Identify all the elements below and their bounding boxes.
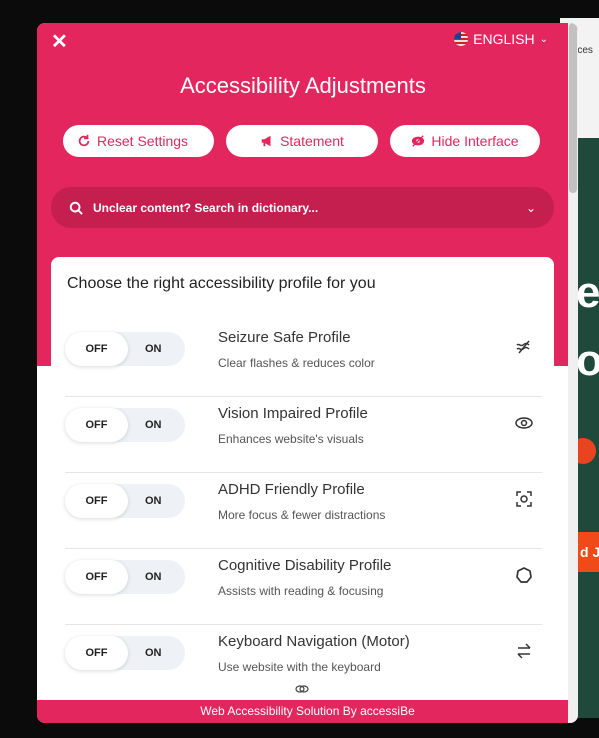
profile-row-cognitive: OFF ON Cognitive Disability Profile Assi… (65, 549, 542, 625)
profiles-card: Choose the right accessibility profile f… (51, 257, 554, 723)
dictionary-search-label: Unclear content? Search in dictionary... (93, 200, 319, 215)
seizure-safe-toggle[interactable]: OFF ON (65, 332, 185, 366)
chevron-down-icon: ⌄ (525, 200, 536, 215)
toggle-on[interactable]: ON (145, 408, 162, 442)
toggle-on[interactable]: ON (145, 332, 162, 366)
widget-footer[interactable]: Web Accessibility Solution By accessiBe (37, 700, 578, 723)
refresh-icon (78, 134, 90, 147)
arrows-icon (512, 639, 536, 663)
search-icon (69, 201, 83, 215)
profile-name: Keyboard Navigation (Motor) (218, 633, 410, 650)
focus-icon (512, 487, 536, 511)
chevron-down-icon: ⌄ (539, 33, 548, 45)
action-buttons: Reset Settings Statement Hide Interface (63, 125, 540, 157)
toggle-on[interactable]: ON (145, 636, 162, 670)
statement-label: Statement (280, 133, 344, 149)
scrollbar[interactable] (568, 23, 578, 723)
reset-settings-button[interactable]: Reset Settings (63, 125, 214, 157)
toggle-off[interactable]: OFF (65, 484, 128, 518)
profile-description: Enhances website's visuals (218, 432, 364, 446)
toggle-off[interactable]: OFF (65, 408, 128, 442)
toggle-off[interactable]: OFF (65, 560, 128, 594)
circle-icon (512, 563, 536, 587)
accessibility-widget: ✕ ENGLISH ⌄ Accessibility Adjustments Re… (37, 23, 578, 723)
megaphone-icon (261, 135, 271, 147)
profile-row-vision-impaired: OFF ON Vision Impaired Profile Enhances … (65, 397, 542, 473)
profile-row-seizure-safe: OFF ON Seizure Safe Profile Clear flashe… (65, 321, 542, 397)
reset-settings-label: Reset Settings (97, 133, 189, 149)
background-heading-2: o (576, 336, 599, 385)
us-flag-icon (454, 32, 469, 46)
close-icon[interactable]: ✕ (51, 29, 68, 54)
profile-description: Clear flashes & reduces color (218, 356, 375, 370)
hide-interface-label: Hide Interface (431, 133, 519, 149)
widget-title: Accessibility Adjustments (180, 73, 426, 98)
language-selector[interactable]: ENGLISH ⌄ (454, 31, 548, 47)
statement-button[interactable]: Statement (226, 125, 378, 157)
background-cta-button[interactable]: d J (576, 532, 599, 572)
eye-icon (512, 411, 536, 435)
profile-name: Cognitive Disability Profile (218, 557, 392, 574)
profile-name: ADHD Friendly Profile (218, 481, 365, 498)
link-icon (295, 685, 309, 693)
profile-name: Seizure Safe Profile (218, 329, 351, 346)
toggle-off[interactable]: OFF (65, 636, 128, 670)
keyboard-toggle[interactable]: OFF ON (65, 636, 185, 670)
cognitive-toggle[interactable]: OFF ON (65, 560, 185, 594)
profile-description: More focus & fewer distractions (218, 508, 386, 522)
profile-description: Assists with reading & focusing (218, 584, 384, 598)
scrollbar-thumb[interactable] (569, 23, 577, 193)
dictionary-search[interactable]: Unclear content? Search in dictionary...… (51, 187, 554, 228)
profile-description: Use website with the keyboard (218, 660, 381, 674)
toggle-on[interactable]: ON (145, 560, 162, 594)
profile-name: Vision Impaired Profile (218, 405, 368, 422)
wave-icon (512, 335, 536, 359)
profile-row-adhd: OFF ON ADHD Friendly Profile More focus … (65, 473, 542, 549)
background-heading-1: e (576, 268, 599, 317)
language-label: ENGLISH (473, 31, 535, 47)
hide-interface-button[interactable]: Hide Interface (390, 125, 540, 157)
eye-slash-icon (412, 135, 425, 147)
toggle-off[interactable]: OFF (65, 332, 128, 366)
vision-impaired-toggle[interactable]: OFF ON (65, 408, 185, 442)
adhd-toggle[interactable]: OFF ON (65, 484, 185, 518)
toggle-on[interactable]: ON (145, 484, 162, 518)
profiles-card-title: Choose the right accessibility profile f… (67, 275, 376, 292)
